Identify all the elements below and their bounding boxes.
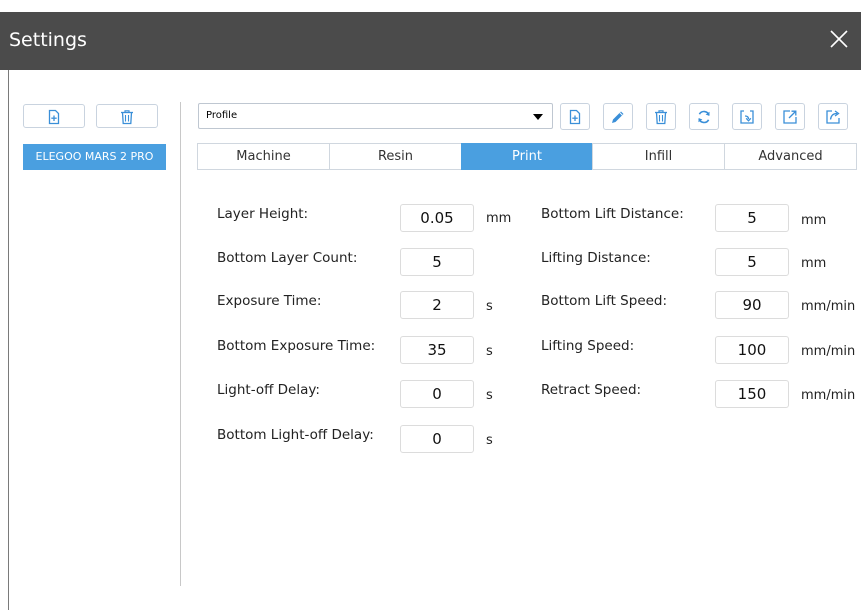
profile-selected-value: Profile — [206, 110, 238, 121]
bottom-exposure-time-unit: s — [486, 344, 493, 359]
tab-machine[interactable]: Machine — [197, 143, 330, 170]
close-button[interactable] — [827, 27, 851, 51]
retract-speed-unit: mm/min — [801, 388, 856, 403]
layer-height-unit: mm — [486, 211, 512, 226]
new-profile-button[interactable] — [560, 103, 590, 130]
light-off-delay-unit: s — [486, 388, 493, 403]
delete-machine-button[interactable] — [96, 104, 158, 128]
profile-dropdown[interactable]: Profile — [198, 103, 553, 129]
title-bar: Settings — [0, 12, 861, 70]
tab-advanced[interactable]: Advanced — [724, 143, 857, 170]
import-icon — [740, 110, 754, 124]
delete-profile-button[interactable] — [646, 103, 676, 130]
bottom-lift-speed-input[interactable]: 90 — [715, 291, 789, 319]
settings-window: Settings ELEGOO MARS 2 PRO Profile Machi… — [0, 0, 861, 610]
share-icon — [826, 110, 840, 124]
lifting-distance-label: Lifting Distance: — [541, 250, 651, 266]
bottom-light-off-delay-unit: s — [486, 433, 493, 448]
lifting-distance-unit: mm — [801, 256, 827, 271]
refresh-icon — [698, 110, 710, 124]
lifting-speed-input[interactable]: 100 — [715, 336, 789, 364]
exposure-time-unit: s — [486, 299, 493, 314]
window-left-border — [8, 70, 9, 610]
export-profile-button[interactable] — [775, 103, 805, 130]
close-icon — [830, 30, 848, 48]
layer-height-label: Layer Height: — [217, 206, 309, 222]
trash-icon — [121, 110, 133, 125]
light-off-delay-label: Light-off Delay: — [217, 382, 320, 398]
settings-tabs: Machine Resin Print Infill Advanced — [197, 143, 861, 170]
lifting-distance-input[interactable]: 5 — [715, 248, 789, 276]
import-profile-button[interactable] — [732, 103, 762, 130]
refresh-profile-button[interactable] — [689, 103, 719, 130]
machine-list-item[interactable]: ELEGOO MARS 2 PRO — [23, 144, 166, 170]
bottom-layer-count-label: Bottom Layer Count: — [217, 250, 358, 266]
bottom-lift-distance-label: Bottom Lift Distance: — [541, 206, 684, 222]
share-profile-button[interactable] — [818, 103, 848, 130]
bottom-light-off-delay-label: Bottom Light-off Delay: — [217, 427, 374, 443]
trash-icon — [655, 110, 667, 125]
window-top-margin — [0, 0, 861, 12]
bottom-lift-distance-unit: mm — [801, 213, 827, 228]
bottom-lift-speed-unit: mm/min — [801, 299, 856, 314]
bottom-lift-distance-input[interactable]: 5 — [715, 204, 789, 232]
tab-infill[interactable]: Infill — [592, 143, 725, 170]
bottom-light-off-delay-input[interactable]: 0 — [400, 425, 474, 453]
lifting-speed-unit: mm/min — [801, 344, 856, 359]
retract-speed-input[interactable]: 150 — [715, 380, 789, 408]
window-title: Settings — [9, 29, 87, 51]
export-icon — [783, 110, 797, 124]
edit-profile-button[interactable] — [603, 103, 633, 130]
layer-height-input[interactable]: 0.05 — [400, 204, 474, 232]
add-machine-button[interactable] — [23, 104, 85, 128]
panel-divider — [180, 102, 181, 586]
bottom-lift-speed-label: Bottom Lift Speed: — [541, 293, 668, 309]
bottom-layer-count-input[interactable]: 5 — [400, 248, 474, 276]
retract-speed-label: Retract Speed: — [541, 382, 642, 398]
exposure-time-label: Exposure Time: — [217, 293, 322, 309]
tab-resin[interactable]: Resin — [329, 143, 462, 170]
chevron-down-icon — [533, 114, 543, 120]
lifting-speed-label: Lifting Speed: — [541, 338, 635, 354]
add-file-icon — [569, 109, 581, 125]
light-off-delay-input[interactable]: 0 — [400, 380, 474, 408]
bottom-exposure-time-input[interactable]: 35 — [400, 336, 474, 364]
bottom-exposure-time-label: Bottom Exposure Time: — [217, 338, 376, 354]
tab-print[interactable]: Print — [461, 143, 593, 170]
add-file-icon — [48, 109, 60, 125]
pencil-icon — [612, 111, 624, 123]
exposure-time-input[interactable]: 2 — [400, 291, 474, 319]
